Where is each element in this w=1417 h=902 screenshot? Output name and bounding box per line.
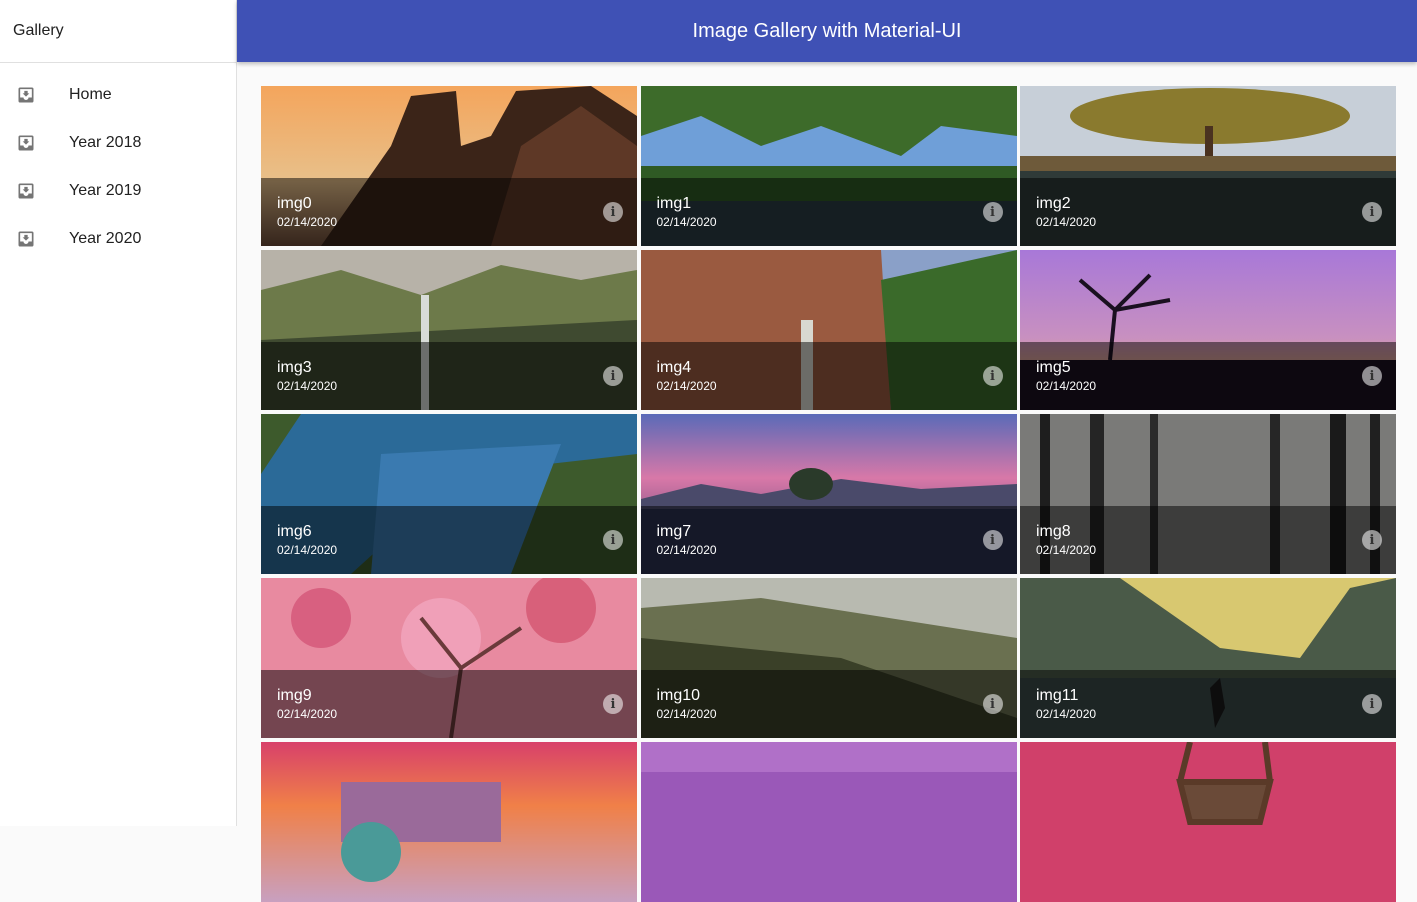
info-icon[interactable]: i — [982, 694, 1003, 714]
nav-item-label: Year 2019 — [69, 182, 142, 199]
nav-list: Home Year 2018 Year 2019 Year 2020 — [0, 63, 236, 263]
nav-item-year-2020[interactable]: Year 2020 — [0, 215, 236, 263]
tile-caption-bar: img6 02/14/2020 i — [261, 506, 637, 574]
navigation-drawer: Gallery Home Year 2018 Year 2019 Year 20… — [0, 0, 237, 826]
image-tile[interactable]: img4 02/14/2020 i — [640, 250, 1017, 410]
nav-item-label: Year 2020 — [69, 230, 142, 247]
image-tile[interactable]: img11 02/14/2020 i — [1020, 578, 1396, 738]
info-icon[interactable]: i — [982, 366, 1003, 386]
info-icon[interactable]: i — [603, 202, 623, 222]
info-icon[interactable]: i — [603, 366, 623, 386]
image-tile[interactable]: img7 02/14/2020 i — [640, 414, 1017, 574]
tile-caption-bar: img8 02/14/2020 i — [1020, 506, 1396, 574]
info-icon[interactable]: i — [1362, 694, 1382, 714]
tile-date: 02/14/2020 — [1036, 215, 1097, 229]
tile-date: 02/14/2020 — [656, 215, 717, 229]
landscape-image — [1020, 742, 1396, 902]
tile-title: img3 — [277, 359, 312, 376]
nav-item-home[interactable]: Home — [0, 71, 236, 119]
tile-caption-bar: img1 02/14/2020 i — [640, 178, 1017, 246]
tile-caption-bar: img9 02/14/2020 i — [261, 670, 637, 738]
info-icon[interactable]: i — [982, 202, 1003, 222]
nav-item-year-2019[interactable]: Year 2019 — [0, 167, 236, 215]
image-tile[interactable]: img2 02/14/2020 i — [1020, 86, 1396, 246]
page-title: Image Gallery with Material-UI — [692, 19, 962, 42]
info-icon[interactable]: i — [1362, 202, 1382, 222]
tile-title: img0 — [277, 195, 312, 212]
image-tile[interactable]: img8 02/14/2020 i — [1020, 414, 1396, 574]
tile-title: img4 — [656, 359, 692, 376]
tile-title: img11 — [1036, 687, 1079, 704]
tile-date: 02/14/2020 — [277, 379, 338, 393]
info-icon[interactable]: i — [1362, 366, 1382, 386]
landscape-image — [261, 742, 637, 902]
tile-caption-bar: img5 02/14/2020 i — [1020, 342, 1396, 410]
tile-date: 02/14/2020 — [277, 215, 338, 229]
tile-date: 02/14/2020 — [656, 379, 717, 393]
tile-title: img7 — [656, 523, 692, 540]
tile-date: 02/14/2020 — [1036, 543, 1097, 557]
tile-title: img9 — [277, 687, 312, 704]
tile-title: img8 — [1036, 523, 1071, 540]
image-tile[interactable] — [640, 742, 1017, 902]
tile-date: 02/14/2020 — [656, 707, 717, 721]
tile-date: 02/14/2020 — [656, 543, 717, 557]
tile-date: 02/14/2020 — [1036, 707, 1097, 721]
tile-title: img2 — [1036, 195, 1071, 212]
drawer-title: Gallery — [0, 0, 236, 63]
tile-caption-bar: img11 02/14/2020 i — [1020, 670, 1396, 738]
tile-date: 02/14/2020 — [277, 707, 338, 721]
image-tile[interactable]: img10 02/14/2020 i — [640, 578, 1017, 738]
tile-caption-bar: img10 02/14/2020 i — [640, 670, 1017, 738]
tile-date: 02/14/2020 — [277, 543, 338, 557]
info-icon[interactable]: i — [603, 694, 623, 714]
tile-title: img5 — [1036, 359, 1071, 376]
landscape-image — [640, 742, 1017, 902]
info-icon[interactable]: i — [982, 530, 1003, 550]
tile-title: img10 — [656, 687, 701, 704]
image-tile[interactable] — [261, 742, 637, 902]
info-icon[interactable]: i — [603, 530, 623, 550]
tile-date: 02/14/2020 — [1036, 379, 1097, 393]
tile-caption-bar: img3 02/14/2020 i — [261, 342, 637, 410]
move-to-inbox-icon — [18, 135, 34, 151]
move-to-inbox-icon — [18, 183, 34, 199]
tile-caption-bar: img2 02/14/2020 i — [1020, 178, 1396, 246]
nav-item-label: Home — [69, 86, 112, 103]
image-tile[interactable] — [1020, 742, 1396, 902]
move-to-inbox-icon — [18, 87, 34, 103]
info-icon[interactable]: i — [1362, 530, 1382, 550]
tile-title: img1 — [656, 195, 692, 212]
tile-caption-bar: img0 02/14/2020 i — [261, 178, 637, 246]
image-tile[interactable]: img0 02/14/2020 i — [261, 86, 637, 246]
move-to-inbox-icon — [18, 231, 34, 247]
tile-caption-bar: img4 02/14/2020 i — [640, 342, 1017, 410]
image-tile[interactable]: img9 02/14/2020 i — [261, 578, 637, 738]
image-grid: img0 02/14/2020 i img1 02/14/2020 i img2 02… — [261, 86, 1396, 902]
nav-item-year-2018[interactable]: Year 2018 — [0, 119, 236, 167]
tile-title: img6 — [277, 523, 312, 540]
app-bar: Image Gallery with Material-UI — [237, 0, 1417, 62]
tile-caption-bar: img7 02/14/2020 i — [640, 506, 1017, 574]
image-tile[interactable]: img1 02/14/2020 i — [640, 86, 1017, 246]
nav-item-label: Year 2018 — [69, 134, 142, 151]
image-tile[interactable]: img5 02/14/2020 i — [1020, 250, 1396, 410]
image-tile[interactable]: img6 02/14/2020 i — [261, 414, 637, 574]
image-tile[interactable]: img3 02/14/2020 i — [261, 250, 637, 410]
